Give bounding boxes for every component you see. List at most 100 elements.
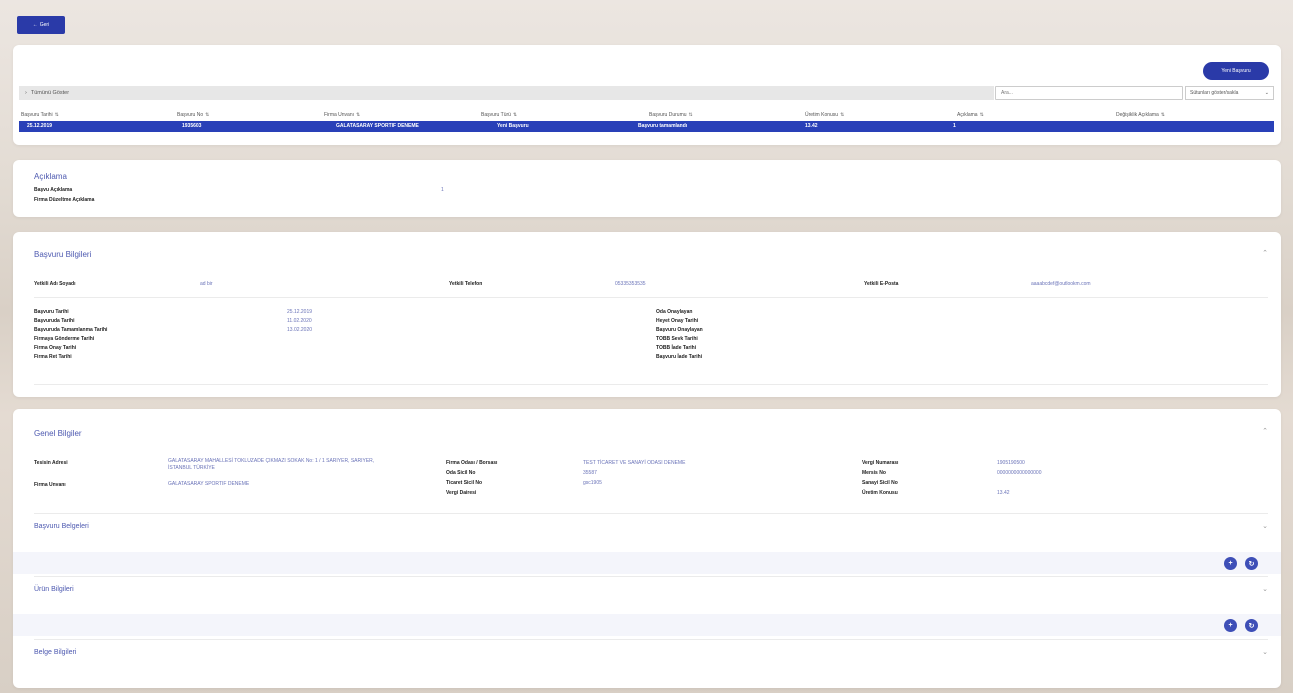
- back-button[interactable]: ← Geri: [17, 16, 65, 34]
- field-value: 0000000000000000: [997, 470, 1042, 476]
- card-title: Açıklama: [34, 172, 67, 181]
- column-header[interactable]: Başvuru Tarihi ⇅: [21, 112, 59, 118]
- field-label: Oda Onaylayan: [656, 309, 693, 315]
- field-value: gsc1905: [583, 480, 602, 486]
- field-label: Firma Düzeltme Açıklama: [34, 197, 95, 203]
- field-value: ad bir: [200, 281, 213, 287]
- column-header[interactable]: Açıklama ⇅: [957, 112, 984, 118]
- field-label: Firmaya Gönderme Tarihi: [34, 336, 95, 342]
- field-label: Firma Unvanı: [34, 482, 66, 488]
- search-input[interactable]: [995, 86, 1183, 100]
- cell-date: 25.12.2019: [27, 123, 53, 129]
- field-value: aaaabcdef@outlookm.com: [1031, 281, 1091, 287]
- add-icon[interactable]: +: [1224, 557, 1237, 570]
- sort-icon: ⇅: [979, 112, 984, 118]
- field-value: 05335353535: [615, 281, 646, 287]
- cell-type: Yeni Başvuru: [497, 123, 529, 129]
- column-header[interactable]: Üretim Konusu ⇅: [805, 112, 844, 118]
- field-label: Firma Ret Tarihi: [34, 354, 72, 360]
- arrow-left-icon: ←: [32, 22, 38, 28]
- divider: [34, 576, 1268, 577]
- field-value: GALATASARAY SPORTIF DENEME: [168, 481, 250, 487]
- application-list-card: Yeni Başvuru › Tümünü Göster Sütunları g…: [13, 45, 1281, 145]
- field-label: Vergi Dairesi: [446, 490, 477, 496]
- field-label: TOBB İade Tarihi: [656, 345, 697, 351]
- sort-icon: ⇅: [1160, 112, 1165, 118]
- field-value: TEST TİCARET VE SANAYİ ODASI DENEME: [583, 460, 686, 466]
- field-value: 35587: [583, 470, 597, 476]
- field-value: GALATASARAY MAHALLESİ TOKLUZADE ÇIKMAZI …: [168, 458, 375, 471]
- subsection-toolbar: + ↻: [13, 614, 1281, 636]
- table-row[interactable]: 25.12.2019 1935603 GALATASARAY SPORTIF D…: [19, 121, 1274, 132]
- divider: [34, 297, 1268, 298]
- field-label: Üretim Konusu: [862, 490, 898, 496]
- field-label: Başvu Açıklama: [34, 187, 73, 193]
- column-header[interactable]: Başvuru No ⇅: [177, 112, 209, 118]
- field-label: Yetkili Telefon: [449, 281, 483, 287]
- add-icon[interactable]: +: [1224, 619, 1237, 632]
- field-value: 13.02.2020: [287, 327, 313, 333]
- field-label: Sanayi Sicil No: [862, 480, 898, 486]
- table-header: Başvuru Tarihi ⇅ Başvuru No ⇅ Firma Unvanı…: [19, 111, 1274, 120]
- chevron-down-icon[interactable]: ⌄: [1262, 648, 1268, 656]
- field-value: 11.02.2020: [287, 318, 312, 324]
- field-label: Ticaret Sicil No: [446, 480, 483, 486]
- subsection-title[interactable]: Ürün Bilgileri: [34, 586, 74, 593]
- field-label: Firma Odası / Borsası: [446, 460, 498, 466]
- field-label: Başvuru Tarihi: [34, 309, 69, 315]
- chevron-down-icon: ⌄: [1264, 90, 1269, 96]
- cell-production: 13.42: [805, 123, 818, 129]
- cell-description: 1: [953, 123, 956, 129]
- description-card: Açıklama Başvu Açıklama 1 Firma Düzeltme…: [13, 160, 1281, 217]
- field-value: 13.42: [997, 490, 1010, 496]
- back-button-label: Geri: [39, 22, 50, 28]
- field-value: 1905190500: [997, 460, 1025, 466]
- column-header[interactable]: Firma Unvanı ⇅: [324, 112, 360, 118]
- cell-status: Başvuru tamamlandı: [638, 123, 688, 129]
- sort-icon: ⇅: [54, 112, 59, 118]
- divider: [34, 639, 1268, 640]
- subsection-title[interactable]: Başvuru Belgeleri: [34, 523, 89, 530]
- column-header[interactable]: Değişiklik Açıklama ⇅: [1116, 112, 1165, 118]
- cell-company: GALATASARAY SPORTIF DENEME: [336, 123, 419, 129]
- chevron-up-icon[interactable]: ⌃: [1262, 427, 1268, 435]
- column-filter-select[interactable]: Sütunları göster/sakla ⌄: [1185, 86, 1274, 100]
- field-label: Başvuruda Tarihi: [34, 318, 75, 324]
- cell-application-no: 1935603: [182, 123, 202, 129]
- field-label: Firma Onay Tarihi: [34, 345, 77, 351]
- field-label: Vergi Numarası: [862, 460, 899, 466]
- field-label: TOBB Sevk Tarihi: [656, 336, 698, 342]
- field-value: 1: [441, 187, 444, 193]
- column-header[interactable]: Başvuru Türü ⇅: [481, 112, 517, 118]
- sort-icon: ⇅: [512, 112, 518, 118]
- sort-icon: ⇅: [688, 112, 693, 118]
- field-label: Tesisin Adresi: [34, 460, 68, 466]
- sort-icon: ⇅: [356, 112, 361, 118]
- divider: [34, 513, 1268, 514]
- field-label: Yetkili E-Posta: [864, 281, 899, 287]
- refresh-icon[interactable]: ↻: [1245, 557, 1258, 570]
- field-label: Başvuruda Tamamlanma Tarihi: [34, 327, 108, 333]
- subsection-title[interactable]: Belge Bilgileri: [34, 649, 76, 656]
- application-info-card: Başvuru Bilgileri ⌃ Yetkili Adı Soyadı a…: [13, 232, 1281, 397]
- field-label: Heyet Onay Tarihi: [656, 318, 699, 324]
- card-title: Başvuru Bilgileri: [34, 250, 92, 259]
- chevron-down-icon[interactable]: ⌄: [1262, 585, 1268, 593]
- field-label: Yetkili Adı Soyadı: [34, 281, 76, 287]
- chevron-down-icon[interactable]: ⌄: [1262, 522, 1268, 530]
- field-label: Mersis No: [862, 470, 886, 476]
- field-value: 25.12.2019: [287, 309, 313, 315]
- general-info-card: Genel Bilgiler ⌃ Tesisin Adresi GALATASA…: [13, 409, 1281, 688]
- group-bar-label: Tümünü Göster: [30, 90, 70, 96]
- refresh-icon[interactable]: ↻: [1245, 619, 1258, 632]
- field-label: Oda Sicil No: [446, 470, 476, 476]
- column-header[interactable]: Başvuru Durumu ⇅: [649, 112, 693, 118]
- group-bar[interactable]: › Tümünü Göster: [19, 86, 994, 100]
- new-application-button[interactable]: Yeni Başvuru: [1203, 62, 1269, 80]
- chevron-up-icon[interactable]: ⌃: [1262, 249, 1268, 257]
- chevron-right-icon: ›: [25, 90, 27, 96]
- sort-icon: ⇅: [840, 112, 845, 118]
- field-label: Başvuru İade Tarihi: [656, 354, 703, 360]
- column-filter-label: Sütunları göster/sakla: [1190, 90, 1239, 96]
- field-label: Başvuru Onaylayan: [656, 327, 703, 333]
